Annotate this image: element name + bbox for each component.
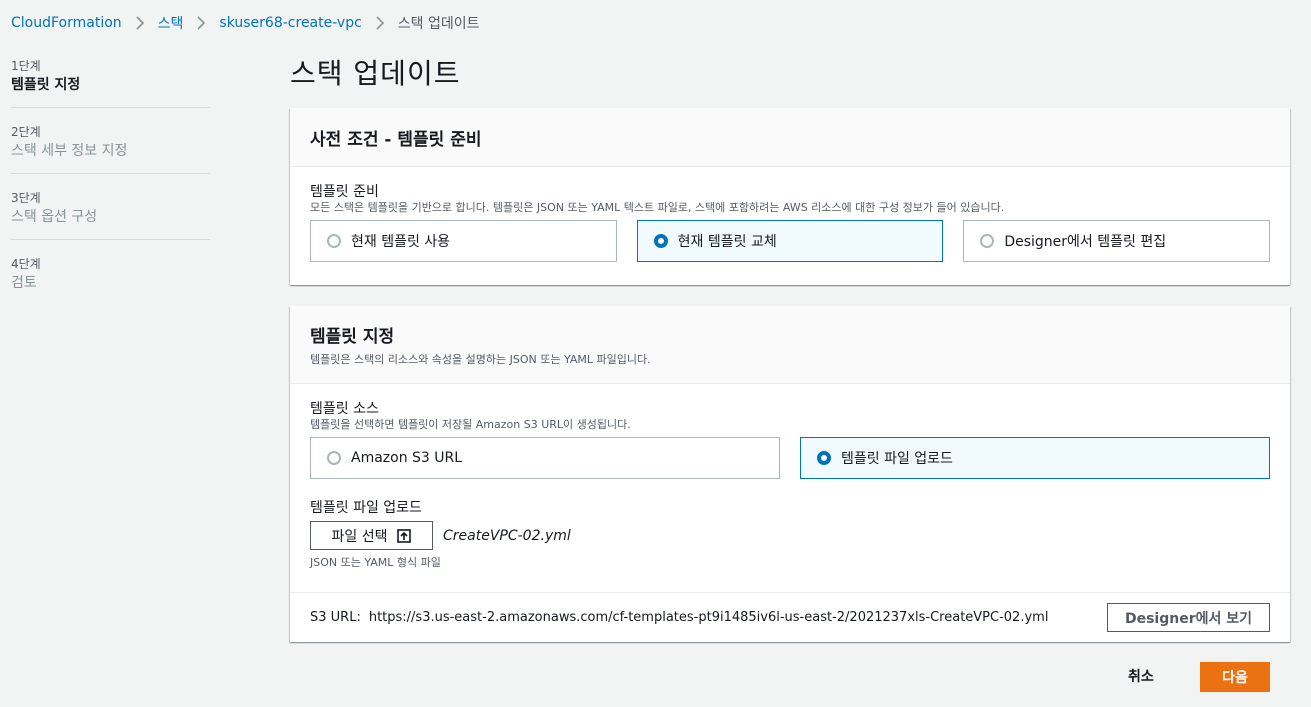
option-edit-in-designer[interactable]: Designer에서 템플릿 편집: [963, 220, 1271, 262]
radio-icon: [817, 451, 831, 465]
breadcrumb-stacks[interactable]: 스택: [158, 13, 184, 33]
s3-url-label: S3 URL:: [310, 610, 361, 625]
step-4: 4단계 검토: [11, 256, 210, 305]
option-label: 템플릿 파일 업로드: [841, 451, 953, 467]
option-upload-template-file[interactable]: 템플릿 파일 업로드: [800, 437, 1270, 479]
prereq-title: 사전 조건 - 템플릿 준비: [310, 129, 482, 150]
radio-icon: [327, 451, 341, 465]
file-upload-row: 파일 선택 CreateVPC-02.yml: [310, 521, 1270, 550]
breadcrumb-current: 스택 업데이트: [397, 16, 480, 32]
cancel-button[interactable]: 취소: [1128, 666, 1154, 686]
step-title: 검토: [11, 275, 37, 291]
step-title: 템플릿 지정: [11, 77, 81, 93]
option-label: Designer에서 템플릿 편집: [1004, 234, 1167, 250]
prepare-template-options: 현재 템플릿 사용 현재 템플릿 교체 Designer에서 템플릿 편집: [310, 220, 1271, 262]
chevron-right-icon: [135, 16, 145, 30]
option-label: 현재 템플릿 사용: [351, 234, 451, 250]
next-button[interactable]: 다음: [1200, 662, 1270, 692]
step-title: 스택 세부 정보 지정: [11, 143, 128, 159]
option-amazon-s3-url[interactable]: Amazon S3 URL: [310, 437, 780, 479]
upload-icon: [397, 528, 412, 543]
view-in-designer-button[interactable]: Designer에서 보기: [1107, 603, 1270, 632]
option-label: Amazon S3 URL: [351, 450, 463, 466]
prepare-template-label: 템플릿 준비: [310, 184, 379, 200]
choose-file-label: 파일 선택: [331, 528, 388, 545]
radio-icon: [980, 234, 995, 248]
upload-hint: JSON 또는 YAML 형식 파일: [310, 556, 441, 569]
specify-template-title: 템플릿 지정: [310, 327, 395, 347]
option-label: 현재 템플릿 교체: [677, 234, 777, 250]
option-replace-current-template[interactable]: 현재 템플릿 교체: [636, 220, 944, 262]
specify-template-header: 템플릿 지정 템플릿은 스택의 리소스와 속성을 설명하는 JSON 또는 YA…: [290, 306, 1290, 384]
breadcrumb: CloudFormation 스택 skuser68-create-vpc 스택…: [11, 13, 480, 33]
template-source-desc: 템플릿을 선택하면 템플릿이 저장될 Amazon S3 URL이 생성됩니다.: [310, 418, 631, 431]
s3-url-value: https://s3.us-east-2.amazonaws.com/cf-te…: [368, 610, 1049, 625]
step-2: 2단계 스택 세부 정보 지정: [11, 124, 210, 174]
step-3: 3단계 스택 옵션 구성: [11, 190, 210, 240]
chevron-right-icon: [375, 16, 385, 30]
specify-template-container: 템플릿 지정 템플릿은 스택의 리소스와 속성을 설명하는 JSON 또는 YA…: [290, 306, 1290, 642]
specify-template-desc: 템플릿은 스택의 리소스와 속성을 설명하는 JSON 또는 YAML 파일입니…: [310, 353, 651, 366]
step-number: 4단계: [11, 257, 41, 271]
option-use-current-template[interactable]: 현재 템플릿 사용: [310, 220, 617, 262]
radio-icon: [327, 234, 341, 248]
breadcrumb-cloudformation[interactable]: CloudFormation: [11, 15, 122, 31]
prepare-template-desc: 모든 스택은 템플릿을 기반으로 합니다. 템플릿은 JSON 또는 YAML …: [310, 201, 1005, 214]
wizard-steps: 1단계 템플릿 지정 2단계 스택 세부 정보 지정 3단계 스택 옵션 구성 …: [11, 58, 210, 321]
step-number: 1단계: [11, 59, 41, 73]
radio-icon: [653, 234, 668, 248]
step-title: 스택 옵션 구성: [11, 209, 98, 225]
template-source-options: Amazon S3 URL 템플릿 파일 업로드: [310, 437, 1270, 479]
prereq-body: 템플릿 준비 모든 스택은 템플릿을 기반으로 합니다. 템플릿은 JSON 또…: [290, 167, 1290, 262]
upload-file-label: 템플릿 파일 업로드: [310, 500, 422, 516]
s3-url-row: S3 URL: https://s3.us-east-2.amazonaws.co…: [290, 592, 1290, 642]
step-1: 1단계 템플릿 지정: [11, 58, 210, 108]
prereq-header: 사전 조건 - 템플릿 준비: [290, 108, 1290, 167]
prereq-container: 사전 조건 - 템플릿 준비 템플릿 준비 모든 스택은 템플릿을 기반으로 합…: [290, 108, 1290, 285]
specify-template-body: 템플릿 소스 템플릿을 선택하면 템플릿이 저장될 Amazon S3 URL이…: [290, 384, 1290, 570]
page-title: 스택 업데이트: [290, 57, 461, 90]
step-number: 2단계: [11, 125, 41, 139]
selected-file-name: CreateVPC-02.yml: [443, 527, 571, 544]
breadcrumb-stack-name[interactable]: skuser68-create-vpc: [219, 15, 361, 31]
template-source-label: 템플릿 소스: [310, 401, 379, 417]
s3-url-text: S3 URL: https://s3.us-east-2.amazonaws.co…: [310, 610, 1048, 625]
choose-file-button[interactable]: 파일 선택: [310, 521, 433, 550]
chevron-right-icon: [196, 16, 206, 30]
step-number: 3단계: [11, 191, 41, 205]
